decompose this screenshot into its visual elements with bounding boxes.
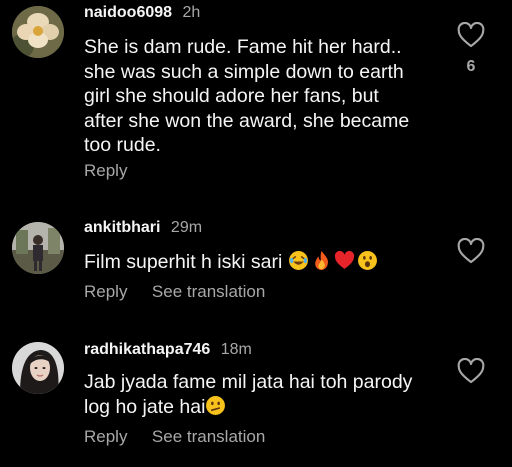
fire-emoji <box>311 250 332 271</box>
timestamp: 18m <box>220 341 252 358</box>
comment-text-line: girl she should adore her fans, but <box>84 85 379 107</box>
heart-outline-icon[interactable] <box>457 358 485 384</box>
laughing-tears-emoji <box>288 250 309 271</box>
reply-button[interactable]: Reply <box>84 282 127 301</box>
flower-photo <box>12 6 64 58</box>
username[interactable]: naidoo6098 <box>84 4 172 21</box>
timestamp: 29m <box>170 219 203 236</box>
timestamp: 2h <box>182 4 201 21</box>
comment-text-line: too rude. <box>84 134 161 156</box>
woman-portrait-photo <box>12 342 64 394</box>
comment-text-line: She is dam rude. Fame hit her hard.. <box>84 36 402 58</box>
username[interactable]: ankitbhari <box>84 219 160 236</box>
comment-text: She is dam rude. Fame hit her hard.. she… <box>84 35 444 158</box>
username[interactable]: radhikathapa746 <box>84 341 210 358</box>
comment-text-line: after she won the award, she became <box>84 109 410 132</box>
comment-text-line: Film superhit h iski sari <box>84 251 283 273</box>
heart-outline-icon[interactable] <box>457 238 485 264</box>
comment-text: Jab jyada fame mil jata hai toh parody l… <box>84 370 444 419</box>
see-translation-button[interactable]: See translation <box>152 282 265 301</box>
avatar[interactable] <box>12 222 64 274</box>
avatar[interactable] <box>12 342 64 394</box>
avatar[interactable] <box>12 6 64 58</box>
heart-outline-icon[interactable] <box>457 22 485 48</box>
reply-button[interactable]: Reply <box>84 427 127 446</box>
person-outdoor-photo <box>12 222 64 274</box>
reply-button[interactable]: Reply <box>84 161 127 180</box>
comment-text: Film superhit h iski sari <box>84 250 444 275</box>
comments-list: naidoo6098 2h She is dam rude. Fame hit … <box>0 0 512 467</box>
like-count: 6 <box>466 58 476 75</box>
comment-text-line: Jab jyada fame mil jata hai toh parody <box>84 371 413 393</box>
red-heart-emoji <box>334 250 355 271</box>
surprised-face-emoji <box>357 250 378 271</box>
comment-text-line: log ho jate hai <box>84 395 206 418</box>
confused-face-emoji <box>205 395 226 416</box>
see-translation-button[interactable]: See translation <box>152 427 265 446</box>
comment-text-line: she was such a simple down to earth <box>84 60 404 83</box>
